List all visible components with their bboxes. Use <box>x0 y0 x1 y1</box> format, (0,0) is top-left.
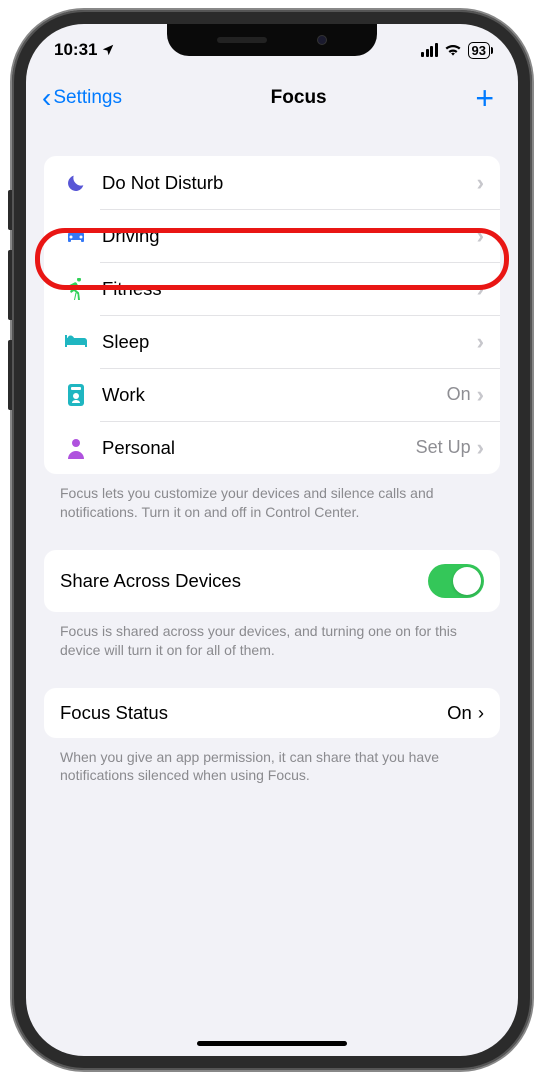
home-indicator[interactable] <box>197 1041 347 1046</box>
share-devices-label: Share Across Devices <box>60 570 241 592</box>
moon-icon <box>60 172 92 194</box>
page-title: Focus <box>271 87 327 109</box>
screen: 10:31 93 ‹ Settings Focus + <box>26 24 518 1056</box>
focus-row-work[interactable]: WorkOn › <box>44 368 500 421</box>
focus-status: Set Up <box>416 437 471 458</box>
focus-row-sleep[interactable]: Sleep› <box>44 315 500 368</box>
runner-icon <box>60 278 92 300</box>
focus-status-card[interactable]: Focus Status On › <box>44 688 500 738</box>
notch <box>167 24 377 56</box>
focus-row-fitness[interactable]: Fitness› <box>44 262 500 315</box>
focus-label: Do Not Disturb <box>102 172 477 194</box>
location-icon <box>101 43 115 57</box>
back-button[interactable]: ‹ Settings <box>42 84 122 112</box>
focus-row-personal[interactable]: PersonalSet Up › <box>44 421 500 474</box>
focus-label: Personal <box>102 437 416 459</box>
focus-label: Sleep <box>102 331 477 353</box>
chevron-left-icon: ‹ <box>42 84 51 112</box>
bed-icon <box>60 333 92 351</box>
chevron-right-icon: › <box>477 435 484 461</box>
focus-label: Driving <box>102 225 477 247</box>
status-time: 10:31 <box>54 40 97 60</box>
focus-status-value: On <box>447 702 472 724</box>
chevron-right-icon: › <box>477 329 484 355</box>
focus-description: Focus lets you customize your devices an… <box>44 474 500 522</box>
share-devices-card: Share Across Devices <box>44 550 500 612</box>
focus-status-description: When you give an app permission, it can … <box>44 738 500 786</box>
phone-frame: 10:31 93 ‹ Settings Focus + <box>12 10 532 1070</box>
focus-label: Work <box>102 384 447 406</box>
wifi-icon <box>444 43 462 57</box>
car-icon <box>60 226 92 246</box>
focus-status: On <box>447 384 471 405</box>
focus-row-dnd[interactable]: Do Not Disturb› <box>44 156 500 209</box>
nav-bar: ‹ Settings Focus + <box>26 76 518 126</box>
chevron-right-icon: › <box>477 170 484 196</box>
battery-icon: 93 <box>468 42 490 59</box>
cellular-signal-icon <box>421 43 438 57</box>
chevron-right-icon: › <box>477 382 484 408</box>
badge-icon <box>60 383 92 407</box>
focus-status-label: Focus Status <box>60 702 168 724</box>
focus-label: Fitness <box>102 278 477 300</box>
focus-modes-list: Do Not Disturb›Driving›Fitness›Sleep›Wor… <box>44 156 500 474</box>
share-description: Focus is shared across your devices, and… <box>44 612 500 660</box>
add-button[interactable]: + <box>475 82 502 114</box>
chevron-right-icon: › <box>478 702 484 724</box>
chevron-right-icon: › <box>477 223 484 249</box>
person-icon <box>60 437 92 459</box>
back-label: Settings <box>53 87 122 109</box>
share-devices-toggle[interactable] <box>428 564 484 598</box>
chevron-right-icon: › <box>477 276 484 302</box>
focus-row-driving[interactable]: Driving› <box>44 209 500 262</box>
